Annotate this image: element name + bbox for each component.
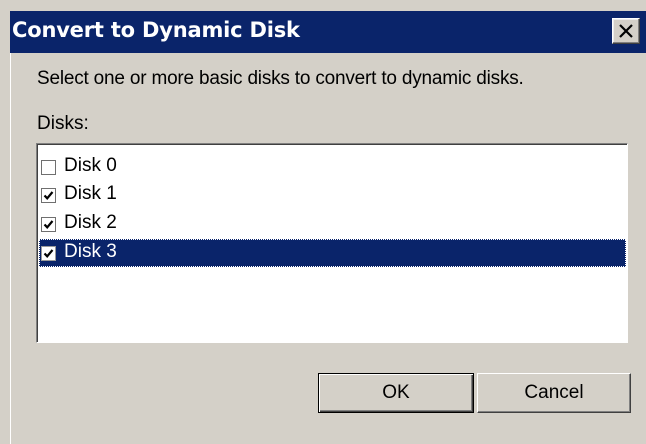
disk-2-checkbox[interactable] [41, 217, 56, 232]
close-icon [619, 24, 633, 38]
disk-item-2[interactable]: Disk 2 [39, 210, 626, 238]
disk-1-checkbox[interactable] [41, 188, 56, 203]
checkmark-icon [43, 220, 54, 229]
disk-3-checkbox[interactable] [41, 246, 56, 261]
disk-item-0[interactable]: Disk 0 [39, 153, 626, 181]
disk-item-label: Disk 1 [64, 183, 117, 204]
disk-item-3[interactable]: Disk 3 [39, 239, 626, 267]
disks-label: Disks: [37, 113, 89, 134]
close-button[interactable] [612, 18, 640, 44]
disk-item-label: Disk 2 [64, 212, 117, 233]
checkmark-icon [43, 191, 54, 200]
checkmark-icon [43, 249, 54, 258]
ok-button[interactable]: OK [318, 373, 474, 413]
disk-item-label: Disk 0 [64, 155, 117, 176]
disks-listbox[interactable]: Disk 0 Disk 1 Disk 2 Disk 3 [36, 143, 628, 343]
convert-dynamic-disk-dialog: Convert to Dynamic Disk Select one or mo… [0, 0, 646, 444]
instruction-text: Select one or more basic disks to conver… [37, 68, 524, 89]
title-bar[interactable]: Convert to Dynamic Disk [10, 11, 646, 53]
disk-item-label: Disk 3 [64, 241, 117, 262]
dialog-left-edge [10, 53, 11, 444]
window-title: Convert to Dynamic Disk [12, 18, 300, 42]
cancel-button[interactable]: Cancel [477, 373, 631, 413]
disk-0-checkbox[interactable] [41, 160, 56, 175]
disk-item-1[interactable]: Disk 1 [39, 181, 626, 209]
